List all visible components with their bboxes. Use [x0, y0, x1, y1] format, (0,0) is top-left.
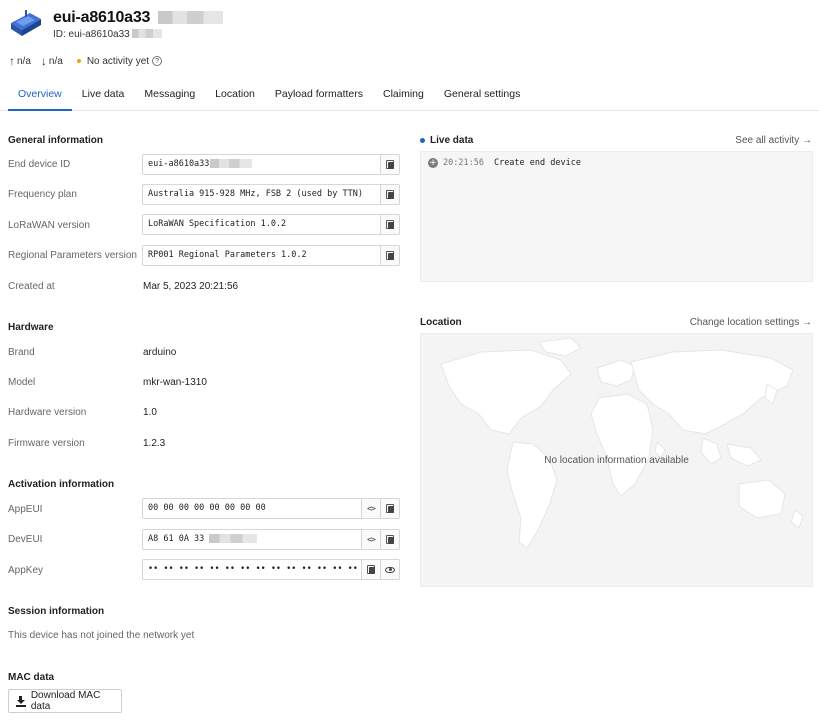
brand-value: arduino	[143, 347, 177, 358]
deveui-label: DevEUI	[8, 534, 43, 545]
appeui-value: 00 00 00 00 00 00 00 00	[148, 503, 266, 513]
live-data-title: Live data	[420, 135, 473, 146]
firmware-version-value: 1.2.3	[143, 438, 166, 449]
created-at-value: Mar 5, 2023 20:21:56	[143, 281, 239, 292]
redacted-text	[210, 159, 253, 168]
session-title: Session information	[8, 606, 105, 617]
copy-icon	[386, 251, 394, 260]
copy-button[interactable]	[380, 215, 399, 234]
event-row[interactable]: + 20:21:56 Create end device	[428, 158, 581, 168]
tab-messaging[interactable]: Messaging	[134, 82, 205, 111]
downlink-stat: ↓ n/a	[40, 54, 63, 68]
appeui-label: AppEUI	[8, 504, 43, 515]
location-map: No location information available	[420, 333, 813, 587]
arrow-down-icon: ↓	[40, 54, 47, 68]
end-device-id-value: eui-a8610a33	[148, 159, 210, 169]
appkey-field: •• •• •• •• •• •• •• •• •• •• •• •• •• •…	[142, 559, 400, 580]
tab-bar: Overview Live data Messaging Location Pa…	[0, 82, 819, 111]
copy-icon	[386, 504, 394, 513]
tab-live-data[interactable]: Live data	[72, 82, 135, 111]
see-all-activity-link[interactable]: See all activity →	[735, 135, 812, 146]
frequency-plan-label: Frequency plan	[8, 189, 77, 200]
copy-button[interactable]	[380, 530, 399, 549]
copy-icon	[386, 535, 394, 544]
copy-icon	[386, 160, 394, 169]
device-id-subtitle: ID: eui-a8610a33	[53, 29, 223, 40]
live-indicator-icon	[420, 138, 425, 143]
copy-icon	[367, 565, 375, 574]
regional-params-value: RP001 Regional Parameters 1.0.2	[148, 250, 307, 260]
arrow-up-icon: ↑	[9, 54, 15, 68]
device-header: eui-a8610a33 ID: eui-a8610a33	[8, 4, 224, 44]
frequency-plan-field: Australia 915-928 MHz, FSB 2 (used by TT…	[142, 184, 400, 205]
firmware-version-label: Firmware version	[8, 438, 85, 449]
hardware-version-label: Hardware version	[8, 407, 87, 418]
brand-label: Brand	[8, 347, 35, 358]
download-icon	[16, 695, 26, 707]
appeui-field: 00 00 00 00 00 00 00 00 <>	[142, 498, 400, 519]
tab-claiming[interactable]: Claiming	[373, 82, 434, 111]
copy-icon	[386, 220, 394, 229]
uplink-stat: ↑ n/a	[9, 54, 31, 68]
page-title: eui-a8610a33	[53, 9, 224, 27]
code-icon: <>	[367, 504, 376, 513]
change-location-link[interactable]: Change location settings →	[690, 317, 812, 328]
lorawan-version-field: LoRaWAN Specification 1.0.2	[142, 214, 400, 235]
activity-stat: No activity yet ?	[73, 56, 163, 67]
status-dot-icon	[76, 59, 81, 63]
end-device-id-field: eui-a8610a33	[142, 154, 400, 175]
eye-icon	[385, 566, 395, 573]
session-status-text: This device has not joined the network y…	[8, 630, 195, 641]
redacted-text	[209, 534, 258, 543]
activation-title: Activation information	[8, 479, 115, 490]
download-mac-button[interactable]: Download MAC data	[8, 689, 122, 713]
device-icon	[11, 10, 41, 36]
tab-general-settings[interactable]: General settings	[434, 82, 530, 111]
tab-overview[interactable]: Overview	[8, 82, 72, 111]
live-data-panel: + 20:21:56 Create end device	[420, 151, 813, 282]
tab-location[interactable]: Location	[205, 82, 265, 111]
copy-button[interactable]	[380, 155, 399, 174]
model-label: Model	[8, 377, 36, 388]
deveui-field: A8 61 0A 33 <>	[142, 529, 400, 550]
regional-params-field: RP001 Regional Parameters 1.0.2	[142, 245, 400, 266]
copy-button[interactable]	[380, 185, 399, 204]
appkey-value: •• •• •• •• •• •• •• •• •• •• •• •• •• •…	[148, 564, 361, 574]
tab-payload-formatters[interactable]: Payload formatters	[265, 82, 373, 111]
show-key-button[interactable]	[380, 560, 399, 579]
copy-button[interactable]	[380, 246, 399, 265]
hardware-title: Hardware	[8, 322, 54, 333]
lorawan-version-value: LoRaWAN Specification 1.0.2	[148, 219, 287, 229]
code-icon: <>	[367, 535, 376, 544]
model-value: mkr-wan-1310	[143, 377, 207, 388]
copy-button[interactable]	[361, 560, 380, 579]
redacted-text	[131, 29, 162, 39]
toggle-format-button[interactable]: <>	[361, 499, 380, 518]
copy-icon	[386, 190, 394, 199]
event-message: Create end device	[493, 158, 581, 168]
deveui-value: A8 61 0A 33	[148, 534, 205, 544]
toggle-format-button[interactable]: <>	[361, 530, 380, 549]
help-icon[interactable]: ?	[152, 56, 163, 66]
copy-button[interactable]	[380, 499, 399, 518]
regional-params-label: Regional Parameters version	[8, 250, 137, 261]
created-at-label: Created at	[8, 281, 55, 292]
event-time: 20:21:56	[443, 158, 484, 168]
plus-circle-icon: +	[428, 158, 438, 168]
end-device-id-label: End device ID	[8, 159, 71, 170]
mac-data-title: MAC data	[8, 672, 55, 683]
device-stats: ↑ n/a ↓ n/a No activity yet ?	[9, 54, 172, 68]
lorawan-version-label: LoRaWAN version	[8, 220, 90, 231]
appkey-label: AppKey	[8, 565, 44, 576]
location-title: Location	[420, 317, 462, 328]
frequency-plan-value: Australia 915-928 MHz, FSB 2 (used by TT…	[148, 189, 363, 199]
hardware-version-value: 1.0	[143, 407, 157, 418]
redacted-text	[158, 10, 224, 24]
general-info-title: General information	[8, 135, 104, 146]
map-empty-message: No location information available	[544, 455, 689, 466]
